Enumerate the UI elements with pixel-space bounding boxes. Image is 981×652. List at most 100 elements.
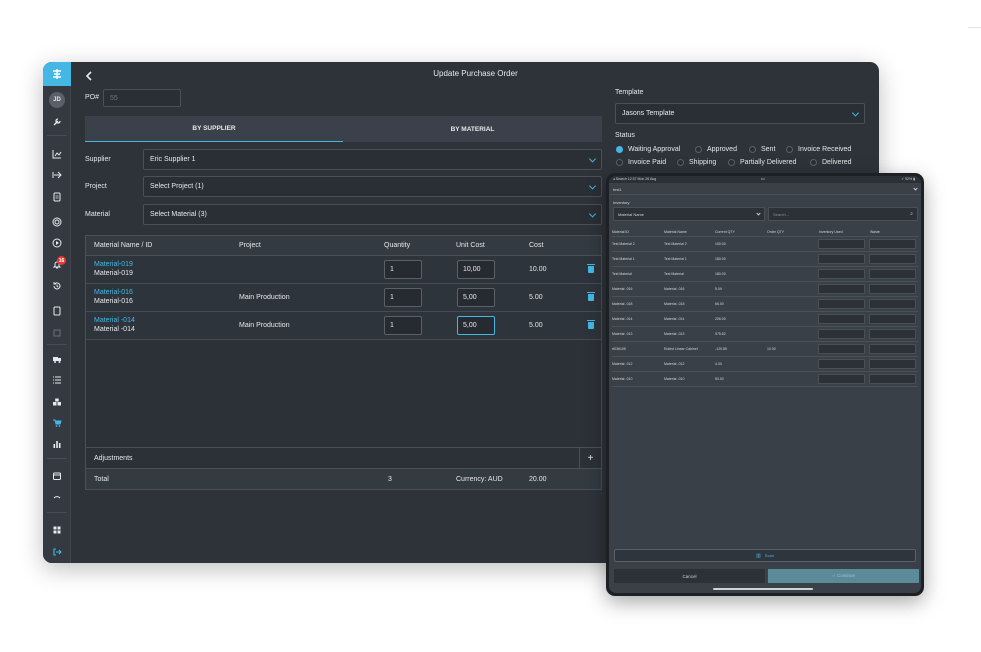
inventory-used-input[interactable] [818, 269, 865, 279]
column-header: Material Name / ID [94, 242, 153, 249]
inventory-used-input[interactable] [818, 374, 865, 384]
table-row: rf036105 Rolled Linear Cabinet -129.89 1… [612, 342, 918, 357]
material-name: Material -012 [664, 362, 685, 366]
scan-button[interactable]: ▥ Scan [614, 549, 916, 562]
trash-icon[interactable] [587, 292, 595, 301]
waste-input[interactable] [869, 239, 916, 249]
calendar-icon[interactable] [43, 469, 71, 483]
material-name: Material -013 [664, 332, 685, 336]
template-select[interactable]: Jasons Template [615, 103, 865, 124]
radio-waiting-approval[interactable] [616, 146, 623, 153]
waste-input[interactable] [869, 374, 916, 384]
waste-input[interactable] [869, 299, 916, 309]
inventory-filter-select[interactable]: Material Name [613, 207, 765, 221]
wifi-icon[interactable] [43, 490, 71, 504]
material-select[interactable]: Select Material (3) [143, 204, 602, 225]
trash-icon[interactable] [587, 264, 595, 273]
document-icon[interactable] [43, 190, 71, 204]
table-row: Material-016 Material-016 Main Productio… [86, 284, 601, 312]
project-select[interactable]: Select Project (1) [143, 176, 602, 197]
cost-cell: 5.00 [529, 294, 543, 301]
wrench-icon[interactable] [43, 115, 71, 129]
radio-label: Waiting Approval [628, 146, 681, 153]
logo-icon[interactable] [43, 62, 71, 86]
tab-bar: BY SUPPLIER BY MATERIAL [85, 116, 602, 142]
receipt-icon[interactable] [43, 326, 71, 340]
radio-label: Approved [707, 146, 737, 153]
supplier-select[interactable]: Eric Supplier 1 [143, 149, 602, 170]
inventory-used-input[interactable] [818, 299, 865, 309]
inventory-used-input[interactable] [818, 284, 865, 294]
material-id: Material -012 [612, 362, 633, 366]
table-row: Material -013 Material -013 975.82 [612, 327, 918, 342]
material-value: Select Material (3) [150, 211, 207, 218]
waste-input[interactable] [869, 314, 916, 324]
target-icon[interactable] [43, 215, 71, 229]
bar-chart-icon[interactable] [43, 437, 71, 451]
back-button[interactable] [85, 69, 93, 84]
inventory-search-input[interactable]: Search... ⌕ [768, 207, 918, 221]
material-name-link[interactable]: Material -014 [94, 317, 135, 324]
total-quantity: 3 [388, 476, 392, 483]
material-name-link[interactable]: Material-019 [94, 261, 133, 268]
material-name-link[interactable]: Material-016 [94, 289, 133, 296]
cart-icon[interactable] [43, 416, 71, 430]
unit-cost-input[interactable]: 5,00 [457, 288, 495, 307]
play-icon[interactable] [43, 236, 71, 250]
inventory-used-input[interactable] [818, 239, 865, 249]
inventory-used-input[interactable] [818, 314, 865, 324]
radio-approved[interactable] [695, 146, 702, 153]
quantity-input[interactable]: 1 [384, 260, 422, 279]
trash-icon[interactable] [587, 320, 595, 329]
truck-icon[interactable] [43, 352, 71, 366]
radio-partially-delivered[interactable] [728, 159, 735, 166]
current-qty: 5.09 [715, 287, 722, 291]
unit-cost-input[interactable]: 5,00 [457, 316, 495, 335]
continue-button[interactable]: ✓ Continue [768, 569, 919, 583]
adjustments-row: Adjustments + [86, 447, 601, 469]
po-label: PO# [85, 94, 100, 101]
po-number-input[interactable]: 55 [103, 89, 181, 107]
tab-by-supplier[interactable]: BY SUPPLIER [85, 116, 343, 142]
material-id: Test Material [612, 272, 632, 276]
quantity-input[interactable]: 1 [384, 288, 422, 307]
boxes-icon[interactable] [43, 395, 71, 409]
table-row: Test Material 2 Test Material 2 150.00 [612, 237, 918, 252]
inventory-used-input[interactable] [818, 254, 865, 264]
radio-shipping[interactable] [677, 159, 684, 166]
material-name: Rolled Linear Cabinet [664, 347, 698, 351]
waste-input[interactable] [869, 329, 916, 339]
column-header: Project [239, 242, 261, 249]
chart-icon[interactable] [43, 147, 71, 161]
waste-input[interactable] [869, 359, 916, 369]
avatar[interactable]: JD [49, 92, 65, 108]
logout-icon[interactable] [43, 545, 71, 559]
tab-by-material[interactable]: BY MATERIAL [343, 116, 602, 142]
radio-invoice-paid[interactable] [616, 159, 623, 166]
unit-cost-input[interactable]: 10,00 [457, 260, 495, 279]
add-adjustment-button[interactable]: + [579, 448, 601, 469]
history-icon[interactable] [43, 279, 71, 293]
filter-value: Material Name [618, 211, 645, 217]
cancel-button[interactable]: Cancel [614, 569, 765, 583]
list-icon[interactable] [43, 373, 71, 387]
file-icon[interactable] [43, 304, 71, 318]
radio-delivered[interactable] [810, 159, 817, 166]
column-header: Cost [529, 242, 544, 249]
radio-invoice-received[interactable] [786, 146, 793, 153]
current-qty: 50.00 [715, 377, 724, 381]
waste-input[interactable] [869, 284, 916, 294]
arrow-right-icon[interactable] [43, 168, 71, 182]
grid-icon[interactable] [43, 523, 71, 537]
inventory-used-input[interactable] [818, 329, 865, 339]
material-id: Material -018 [612, 302, 633, 306]
waste-input[interactable] [869, 269, 916, 279]
inventory-used-input[interactable] [818, 359, 865, 369]
waste-input[interactable] [869, 344, 916, 354]
current-qty: 180.00 [715, 272, 726, 276]
waste-input[interactable] [869, 254, 916, 264]
radio-sent[interactable] [749, 146, 756, 153]
quantity-input[interactable]: 1 [384, 316, 422, 335]
inventory-used-input[interactable] [818, 344, 865, 354]
job-select[interactable]: test1 [609, 184, 921, 195]
